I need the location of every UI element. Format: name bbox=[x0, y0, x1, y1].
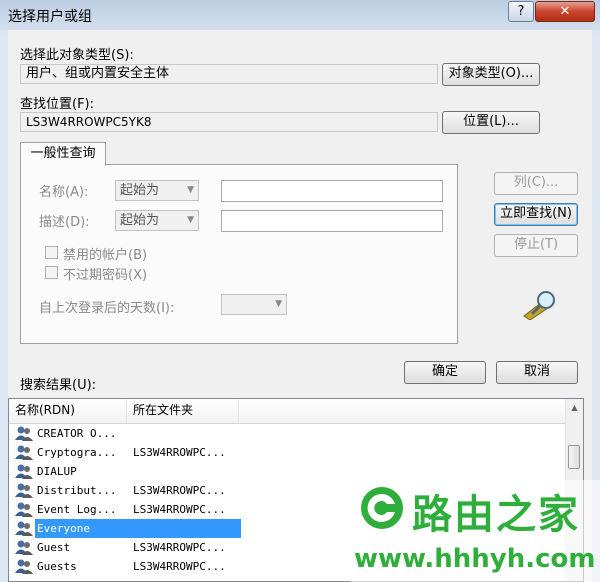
days-since-logon-label: 自上次登录后的天数(I): bbox=[39, 301, 175, 316]
row-name: Distribut... bbox=[37, 484, 117, 497]
user-group-icon bbox=[15, 539, 33, 555]
title-bar: 选择用户或组 ? ✕ bbox=[0, 0, 600, 30]
scroll-up-icon[interactable]: ▲ bbox=[566, 399, 583, 416]
watermark-url: www.hhhyh.com bbox=[354, 544, 596, 574]
object-type-label: 选择此对象类型(S): bbox=[20, 48, 134, 63]
object-type-field: 用户、组或内置安全主体 bbox=[20, 64, 438, 84]
find-now-button[interactable]: 立即查找(N) bbox=[494, 203, 578, 226]
user-group-icon bbox=[15, 482, 33, 498]
column-header-name[interactable]: 名称(RDN) bbox=[9, 399, 127, 423]
chevron-down-icon: ▼ bbox=[187, 185, 194, 195]
watermark-logo-icon bbox=[361, 487, 403, 529]
description-match-value: 起始为 bbox=[120, 213, 160, 228]
search-results-label: 搜索结果(U): bbox=[20, 378, 97, 393]
table-row[interactable]: DIALUP bbox=[9, 462, 569, 481]
disabled-accounts-checkbox[interactable] bbox=[45, 246, 58, 259]
scroll-thumb[interactable] bbox=[568, 445, 580, 469]
row-folder: LS3W4RROWPC... bbox=[133, 484, 226, 497]
columns-button[interactable]: 列(C)... bbox=[494, 172, 578, 195]
description-match-select[interactable]: 起始为 ▼ bbox=[115, 210, 199, 231]
watermark: 路由之家 www.hhhyh.com bbox=[350, 480, 600, 582]
results-header: 名称(RDN) 所在文件夹 bbox=[9, 399, 569, 424]
object-types-button[interactable]: 对象类型(O)... bbox=[442, 63, 540, 86]
row-name: Event Log... bbox=[37, 503, 117, 516]
user-group-icon bbox=[15, 425, 33, 441]
close-button[interactable]: ✕ bbox=[535, 1, 595, 22]
name-input[interactable] bbox=[221, 180, 443, 202]
column-header-folder[interactable]: 所在文件夹 bbox=[127, 399, 239, 423]
watermark-text: 路由之家 bbox=[412, 492, 580, 538]
row-folder: LS3W4RROWPC... bbox=[133, 446, 226, 459]
help-button[interactable]: ? bbox=[508, 1, 534, 22]
window-title: 选择用户或组 bbox=[8, 9, 92, 25]
row-name: DIALUP bbox=[37, 465, 77, 478]
cancel-button[interactable]: 取消 bbox=[496, 361, 578, 384]
row-name: Guests bbox=[37, 560, 77, 573]
row-name: Cryptogra... bbox=[37, 446, 117, 459]
non-expiring-password-checkbox[interactable] bbox=[45, 266, 58, 279]
location-label: 查找位置(F): bbox=[20, 97, 95, 112]
location-field: LS3W4RROWPC5YK8 bbox=[20, 112, 438, 132]
chevron-down-icon: ▼ bbox=[275, 299, 282, 309]
disabled-accounts-label: 禁用的帐户(B) bbox=[63, 248, 148, 263]
ok-button[interactable]: 确定 bbox=[404, 361, 486, 384]
name-match-value: 起始为 bbox=[120, 183, 160, 198]
stop-button[interactable]: 停止(T) bbox=[494, 234, 578, 257]
days-since-logon-select[interactable]: ▼ bbox=[221, 294, 287, 315]
user-group-icon bbox=[15, 558, 33, 574]
locations-button[interactable]: 位置(L)... bbox=[442, 111, 540, 134]
tab-common-queries[interactable]: 一般性查询 bbox=[20, 142, 106, 166]
select-users-dialog: 选择用户或组 ? ✕ 选择此对象类型(S): 用户、组或内置安全主体 对象类型(… bbox=[0, 0, 600, 582]
row-folder: LS3W4RROWPC... bbox=[133, 541, 226, 554]
non-expiring-password-label: 不过期密码(X) bbox=[63, 268, 148, 283]
user-group-icon bbox=[15, 501, 33, 517]
table-row[interactable]: Cryptogra... LS3W4RROWPC... bbox=[9, 443, 569, 462]
search-flashlight-icon bbox=[523, 291, 555, 320]
chevron-down-icon: ▼ bbox=[187, 215, 194, 225]
user-group-icon bbox=[15, 444, 33, 460]
row-name: Everyone bbox=[37, 522, 90, 535]
table-row[interactable]: CREATOR O... bbox=[9, 424, 569, 443]
description-input[interactable] bbox=[221, 210, 443, 232]
user-group-icon bbox=[15, 463, 33, 479]
row-folder: LS3W4RROWPC... bbox=[133, 503, 226, 516]
row-name: Guest bbox=[37, 541, 71, 554]
description-label: 描述(D): bbox=[39, 215, 90, 230]
name-label: 名称(A): bbox=[39, 185, 89, 200]
name-match-select[interactable]: 起始为 ▼ bbox=[115, 180, 199, 201]
user-group-icon bbox=[15, 520, 33, 536]
common-queries-panel: 名称(A): 起始为 ▼ 描述(D): 起始为 ▼ 禁用的帐户(B) 不过期密码… bbox=[20, 164, 458, 344]
row-folder: LS3W4RROWPC... bbox=[133, 560, 226, 573]
row-name: CREATOR O... bbox=[37, 427, 117, 440]
